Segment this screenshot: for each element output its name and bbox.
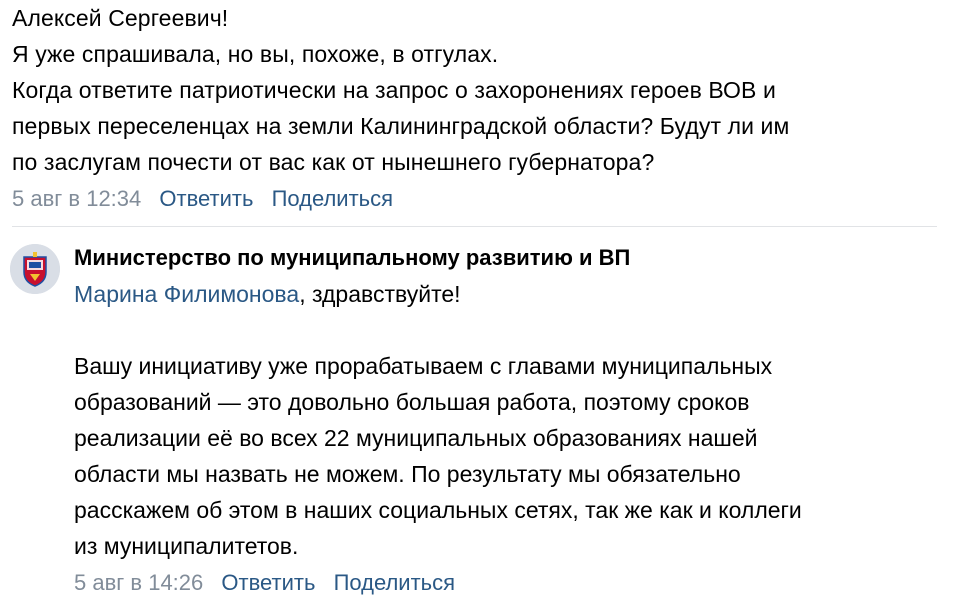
reply-meta: 5 авг в 14:26 Ответить Поделиться xyxy=(74,568,954,598)
comment-citizen: Алексей Сергеевич! Я уже спрашивала, но … xyxy=(12,0,952,214)
reply-date[interactable]: 5 авг в 14:26 xyxy=(74,570,203,595)
reply-line: области мы назвать не можем. По результа… xyxy=(74,461,741,487)
reply-body: Министерство по муниципальному развитию … xyxy=(74,240,954,598)
share-button[interactable]: Поделиться xyxy=(334,570,455,595)
reply-author[interactable]: Министерство по муниципальному развитию … xyxy=(74,240,954,276)
reply-greeting: Марина Филимонова, здравствуйте! xyxy=(74,276,954,312)
greeting-text: , здравствуйте! xyxy=(299,281,461,307)
reply-line: Вашу инициативу уже прорабатываем с глав… xyxy=(74,353,773,379)
comment-line: Я уже спрашивала, но вы, похоже, в отгул… xyxy=(12,41,499,67)
reply-button[interactable]: Ответить xyxy=(221,570,315,595)
avatar[interactable] xyxy=(10,244,60,294)
divider xyxy=(12,226,937,227)
comment-line: по заслугам почести от вас как от нынешн… xyxy=(12,149,655,175)
reply-line: реализации её во всех 22 муниципальных о… xyxy=(74,425,758,451)
mention-link[interactable]: Марина Филимонова xyxy=(74,281,299,307)
comment-line: первых переселенцах на земли Калининград… xyxy=(12,113,790,139)
comment-meta: 5 авг в 12:34 Ответить Поделиться xyxy=(12,184,952,214)
reply-line: образований — это довольно большая работ… xyxy=(74,389,750,415)
share-button[interactable]: Поделиться xyxy=(272,186,393,211)
kaliningrad-region-coat-of-arms-icon xyxy=(10,244,60,294)
reply-text: Марина Филимонова, здравствуйте! Вашу ин… xyxy=(74,276,954,564)
comment-line: Когда ответите патриотически на запрос о… xyxy=(12,77,776,103)
comment-line: Алексей Сергеевич! xyxy=(12,5,229,31)
comment-date[interactable]: 5 авг в 12:34 xyxy=(12,186,141,211)
comment-text: Алексей Сергеевич! Я уже спрашивала, но … xyxy=(12,0,952,180)
reply-line: расскажем об этом в наших социальных сет… xyxy=(74,497,802,523)
reply-button[interactable]: Ответить xyxy=(159,186,253,211)
reply-line: из муниципалитетов. xyxy=(74,533,299,559)
